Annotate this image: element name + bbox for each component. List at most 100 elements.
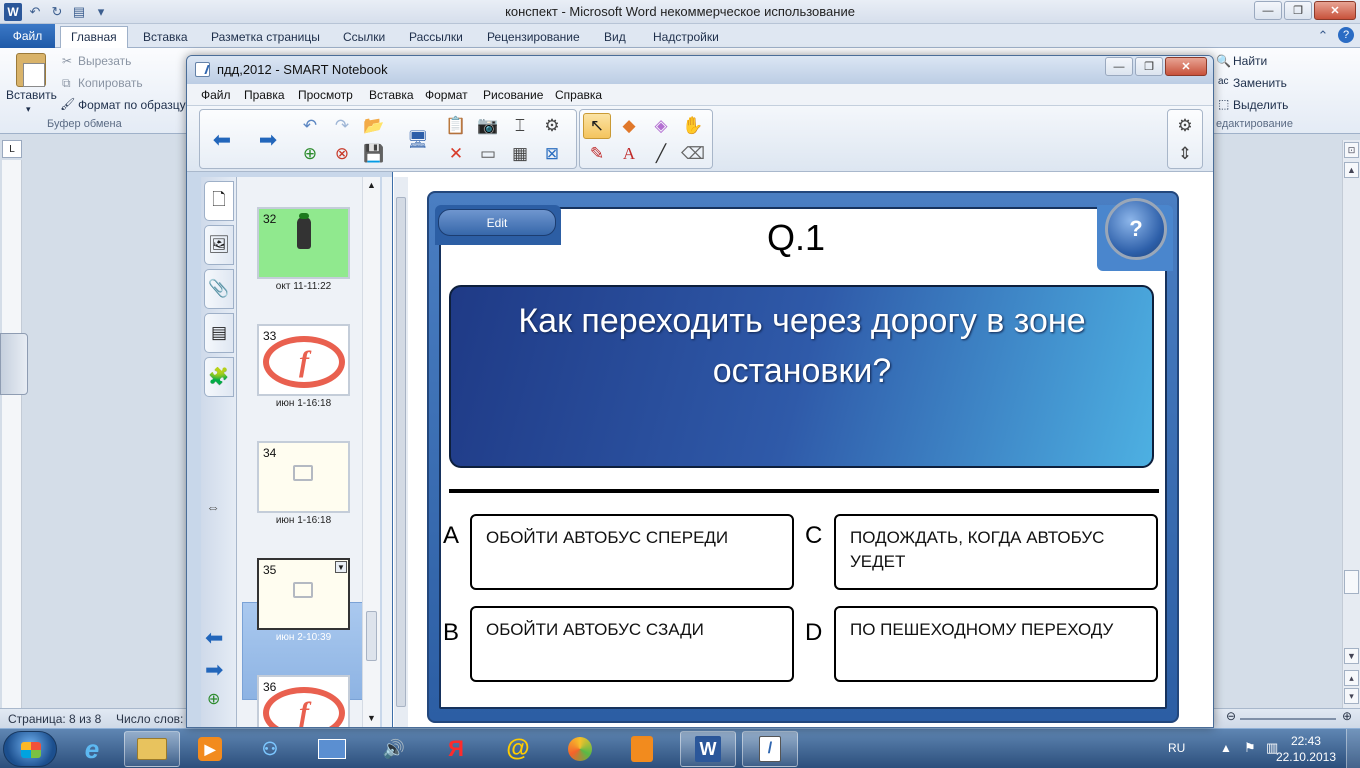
dock-arrows-icon[interactable]: ⇔ bbox=[206, 499, 220, 515]
settings-icon[interactable]: ⚙ bbox=[1171, 113, 1199, 139]
notebook-minimize-button[interactable]: — bbox=[1105, 57, 1133, 76]
screen-capture-icon[interactable]: 📷 bbox=[474, 113, 502, 139]
select-tool-icon[interactable]: ↖ bbox=[583, 113, 611, 139]
word-count-status[interactable]: Число слов: 4 bbox=[116, 712, 193, 726]
fill-tool-icon[interactable]: ✋ bbox=[679, 113, 707, 139]
action-center-icon[interactable]: ⚑ bbox=[1244, 740, 1256, 756]
menu-file[interactable]: Файл bbox=[201, 88, 231, 102]
scroll-down-icon[interactable]: ▼ bbox=[1344, 648, 1359, 664]
shapes-tool-icon[interactable]: ◆ bbox=[615, 113, 643, 139]
sorter-prev-icon[interactable]: ⬅ bbox=[205, 625, 223, 651]
sorter-scroll-thumb[interactable] bbox=[366, 611, 377, 661]
page-thumbnail-selected[interactable]: 35 ▼ bbox=[257, 558, 350, 630]
menu-format[interactable]: Формат bbox=[425, 88, 468, 102]
sorter-scroll-up-icon[interactable]: ▲ bbox=[367, 180, 376, 190]
tab-view[interactable]: Вид bbox=[594, 27, 636, 47]
document-camera-icon[interactable]: ⌶ bbox=[506, 113, 534, 139]
open-file-icon[interactable]: 📂 bbox=[360, 113, 388, 139]
answer-c-button[interactable]: ПОДОЖДАТЬ, КОГДА АВТОБУС УЕДЕТ bbox=[834, 514, 1158, 590]
previous-page-icon[interactable]: ▴ bbox=[1344, 670, 1359, 686]
help-button[interactable]: ? bbox=[1105, 198, 1167, 260]
sorter-scroll-down-icon[interactable]: ▼ bbox=[367, 713, 376, 723]
page-scrollbar[interactable] bbox=[394, 177, 408, 727]
delete-page-icon[interactable]: ⊗ bbox=[328, 141, 356, 167]
tab-review[interactable]: Рецензирование bbox=[477, 27, 590, 47]
paste-dropdown-icon[interactable]: ▾ bbox=[26, 104, 31, 115]
language-indicator[interactable]: RU bbox=[1168, 741, 1185, 755]
tab-page-layout[interactable]: Разметка страницы bbox=[201, 27, 330, 47]
zoom-in-icon[interactable]: ⊕ bbox=[1342, 709, 1352, 723]
sorter-add-page-icon[interactable]: ⊕ bbox=[207, 689, 220, 709]
mail-icon[interactable] bbox=[304, 731, 360, 767]
display-screen-icon[interactable]: 🖥 bbox=[404, 127, 432, 153]
attachments-tab-icon[interactable]: 📎 bbox=[204, 269, 234, 309]
tab-stop-selector[interactable]: L bbox=[2, 140, 22, 158]
notebook-maximize-button[interactable]: ❐ bbox=[1135, 57, 1163, 76]
pens-tool-icon[interactable]: ✎ bbox=[583, 141, 611, 167]
tab-references[interactable]: Ссылки bbox=[333, 27, 395, 47]
properties-tab-icon[interactable]: ▤ bbox=[204, 313, 234, 353]
zoom-out-icon[interactable]: ⊖ bbox=[1226, 709, 1236, 723]
copy-button[interactable]: Копировать bbox=[78, 76, 143, 90]
sorter-next-icon[interactable]: ➡ bbox=[205, 657, 223, 683]
eraser-icon[interactable]: ⌫ bbox=[679, 141, 707, 167]
panel-splitter[interactable] bbox=[382, 177, 392, 727]
ie-icon[interactable]: e bbox=[64, 731, 120, 767]
menu-help[interactable]: Справка bbox=[555, 88, 602, 102]
edit-button[interactable]: Edit bbox=[438, 209, 556, 236]
word-vertical-scrollbar[interactable]: ⊡ ▲ ▼ ▴ ▾ bbox=[1342, 140, 1360, 708]
tab-file[interactable]: Файл bbox=[0, 24, 55, 48]
word-taskbar-icon[interactable]: W bbox=[680, 731, 736, 767]
menu-edit[interactable]: Правка bbox=[244, 88, 285, 102]
redo-icon[interactable]: ↷ bbox=[328, 113, 356, 139]
tab-insert[interactable]: Вставка bbox=[133, 27, 198, 47]
gallery-tab-icon[interactable]: 🖼 bbox=[204, 225, 234, 265]
yandex-icon[interactable]: Я bbox=[428, 731, 484, 767]
page-scroll-thumb[interactable] bbox=[396, 197, 406, 707]
answer-b-button[interactable]: ОБОЙТИ АВТОБУС СЗАДИ bbox=[470, 606, 794, 682]
replace-button[interactable]: Заменить bbox=[1233, 76, 1287, 90]
sorter-scrollbar[interactable]: ▲ ▼ bbox=[362, 177, 380, 727]
page-count-status[interactable]: Страница: 8 из 8 bbox=[8, 712, 101, 726]
page-sorter-tab-icon[interactable]: 🗋 bbox=[204, 181, 234, 221]
messenger-icon[interactable]: ⚇ bbox=[242, 731, 298, 767]
undo-icon[interactable]: ↶ bbox=[296, 113, 324, 139]
page-thumbnail[interactable]: 32 bbox=[257, 207, 350, 279]
panel-expand-handle[interactable] bbox=[0, 333, 28, 395]
page-menu-dropdown-icon[interactable]: ▼ bbox=[335, 561, 347, 573]
table-icon[interactable]: ▦ bbox=[506, 141, 534, 167]
zoom-slider[interactable] bbox=[1240, 718, 1336, 720]
answer-a-button[interactable]: ОБОЙТИ АВТОБУС СПЕРЕДИ bbox=[470, 514, 794, 590]
answer-d-button[interactable]: ПО ПЕШЕХОДНОМУ ПЕРЕХОДУ bbox=[834, 606, 1158, 682]
scroll-up-icon[interactable]: ▲ bbox=[1344, 162, 1359, 178]
previous-page-icon[interactable]: ⬅ bbox=[208, 127, 236, 153]
tab-addins[interactable]: Надстройки bbox=[643, 27, 729, 47]
clock[interactable]: 22:43 22.10.2013 bbox=[1276, 733, 1336, 765]
help-icon[interactable]: ? bbox=[1338, 27, 1354, 43]
odnoklassniki-icon[interactable] bbox=[614, 731, 670, 767]
text-tool-icon[interactable]: A bbox=[615, 141, 643, 167]
save-icon[interactable]: 💾 bbox=[360, 141, 388, 167]
page-thumbnail[interactable]: f 36 bbox=[257, 675, 350, 727]
screen-shade-icon[interactable]: ▭ bbox=[474, 141, 502, 167]
menu-insert[interactable]: Вставка bbox=[369, 88, 414, 102]
start-button[interactable] bbox=[3, 731, 57, 767]
tray-expand-icon[interactable]: ▲ bbox=[1220, 741, 1232, 755]
show-desktop-button[interactable] bbox=[1346, 729, 1360, 768]
page-thumbnail[interactable]: f 33 bbox=[257, 324, 350, 396]
tab-home[interactable]: Главная bbox=[60, 26, 128, 49]
page-thumbnail[interactable]: 34 bbox=[257, 441, 350, 513]
explorer-icon[interactable] bbox=[124, 731, 180, 767]
fullscreen-icon[interactable]: ⊠ bbox=[538, 141, 566, 167]
notebook-taskbar-icon[interactable]: / bbox=[742, 731, 798, 767]
notebook-close-button[interactable]: ✕ bbox=[1165, 57, 1207, 76]
scroll-thumb[interactable] bbox=[1344, 570, 1359, 594]
volume-icon[interactable]: 🔊 bbox=[366, 731, 422, 767]
eraser-tool-icon[interactable]: ◈ bbox=[647, 113, 675, 139]
toolbar-position-icon[interactable]: ⇕ bbox=[1171, 141, 1199, 167]
cut-button[interactable]: Вырезать bbox=[78, 54, 131, 68]
find-button[interactable]: Найти bbox=[1233, 54, 1267, 68]
next-page-icon[interactable]: ▾ bbox=[1344, 688, 1359, 704]
word-minimize-button[interactable]: — bbox=[1254, 1, 1282, 20]
paste-tool-icon[interactable]: 📋 bbox=[442, 113, 470, 139]
